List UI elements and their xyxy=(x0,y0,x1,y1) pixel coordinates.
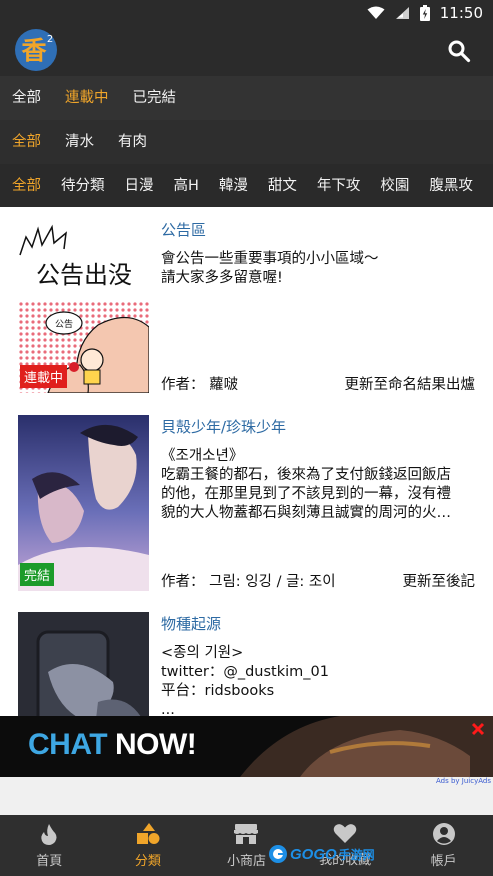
comic-author: 作者： 蘿啵 xyxy=(161,377,239,393)
ad-credit[interactable]: Ads by JuicyAds xyxy=(436,777,491,785)
comic-cover[interactable]: 完結 xyxy=(18,415,149,591)
filter-genre-sweet[interactable]: 甜文 xyxy=(256,164,305,208)
user-icon xyxy=(432,822,455,845)
comic-title[interactable]: 貝殼少年/珍珠少年 xyxy=(161,416,286,437)
watermark-suffix: 手游网 xyxy=(338,847,375,862)
comic-description: 會公告一些重要事項的小小區域～ 請大家多多留意喔! xyxy=(161,250,479,290)
nav-home-label: 首頁 xyxy=(36,853,63,869)
filter-status-completed[interactable]: 已完結 xyxy=(121,76,189,120)
close-icon[interactable] xyxy=(471,722,485,736)
description-line: twitter：@_dustkim_01 xyxy=(161,664,329,680)
logo-text: 香 xyxy=(21,36,46,65)
comic-latest-update: 更新至命名結果出爐 xyxy=(344,377,476,393)
comic-cover[interactable] xyxy=(18,612,149,716)
filter-genre-all[interactable]: 全部 xyxy=(0,164,49,208)
description-line: 的他，在那里見到了不該見到的一幕，沒有禮 xyxy=(161,486,451,502)
shapes-icon xyxy=(136,822,160,844)
filter-rating-clean[interactable]: 清水 xyxy=(53,120,106,164)
site-watermark: GOGO 手游网 xyxy=(268,843,375,865)
description-line: 貌的大人物蓋都石與刻薄且誠實的周河的火… xyxy=(161,505,451,521)
nav-category-label: 分類 xyxy=(134,853,161,869)
nav-home[interactable]: 首頁 xyxy=(0,815,99,876)
filter-genre-scheming-top[interactable]: 腹黑攻 xyxy=(417,164,481,208)
heart-icon xyxy=(333,824,357,843)
ad-headline-now: NOW! xyxy=(114,728,197,761)
genre-filter-row: 全部 待分類 日漫 高H 韓漫 甜文 年下攻 校園 腹黑攻 xyxy=(0,164,493,208)
signal-icon xyxy=(395,7,409,19)
nav-account[interactable]: 帳戶 xyxy=(394,815,493,876)
filter-genre-unsorted[interactable]: 待分類 xyxy=(49,164,113,208)
watermark-brand: GOGO xyxy=(290,845,337,863)
comic-title[interactable]: 公告區 xyxy=(161,219,206,240)
clock: 11:50 xyxy=(439,4,483,22)
rating-filter-row: 全部 清水 有肉 xyxy=(0,120,493,164)
watermark-logo-icon xyxy=(269,845,287,863)
battery-icon xyxy=(419,5,430,21)
filter-genre-campus[interactable]: 校園 xyxy=(368,164,417,208)
thumb-bubble-text: 公告 xyxy=(55,318,73,330)
status-bar: 11:50 xyxy=(0,0,493,26)
filter-rating-all[interactable]: 全部 xyxy=(0,120,53,164)
filter-status-ongoing[interactable]: 連載中 xyxy=(53,76,121,120)
comic-description: 《조개소년》 吃霸王餐的都石，後來為了支付飯錢返回飯店 的他，在那里見到了不該見… xyxy=(161,447,479,525)
description-line: 會公告一些重要事項的小小區域～ xyxy=(161,251,379,267)
filter-rating-explicit[interactable]: 有肉 xyxy=(106,120,159,164)
cover-illustration xyxy=(18,612,149,716)
flame-icon xyxy=(41,823,57,845)
ad-headline-chat: CHAT xyxy=(28,728,108,761)
bottom-navigation: 首頁 分類 小商店 我的收藏 帳戶 xyxy=(0,815,493,876)
wifi-icon xyxy=(367,6,385,19)
logo-superscript: 2 xyxy=(47,34,53,45)
description-line: 請大家多多留意喔! xyxy=(161,270,283,286)
comic-description: <종의 기원> twitter：@_dustkim_01 平台：ridsbook… xyxy=(161,644,479,716)
filter-genre-korean[interactable]: 韓漫 xyxy=(207,164,256,208)
comic-latest-update: 更新至後記 xyxy=(402,574,476,590)
comic-list: 公告出没 公告 連載中 公告區 會公告一些重要事項的小小區域～ 請大家多多留意喔… xyxy=(0,207,493,716)
status-filter-row: 全部 連載中 已完結 xyxy=(0,76,493,120)
search-icon[interactable] xyxy=(447,39,471,63)
description-line: <종의 기원> xyxy=(161,645,244,661)
description-line: ... xyxy=(161,702,175,716)
description-line: 吃霸王餐的都石，後來為了支付飯錢返回飯店 xyxy=(161,467,451,483)
filter-genre-japanese[interactable]: 日漫 xyxy=(113,164,162,208)
description-line: 平台：ridsbooks xyxy=(161,683,275,699)
list-item[interactable]: 完結 貝殼少年/珍珠少年 《조개소년》 吃霸王餐的都石，後來為了支付飯錢返回飯店… xyxy=(0,404,493,601)
ad-banner[interactable]: CHAT NOW! xyxy=(0,716,493,777)
nav-store-label: 小商店 xyxy=(226,853,266,869)
status-badge: 完結 xyxy=(20,563,55,586)
list-item[interactable]: 公告出没 公告 連載中 公告區 會公告一些重要事項的小小區域～ 請大家多多留意喔… xyxy=(0,207,493,404)
ad-headline: CHAT NOW! xyxy=(28,728,197,762)
status-badge: 連載中 xyxy=(20,365,68,388)
nav-account-label: 帳戶 xyxy=(430,853,457,869)
filter-genre-high-h[interactable]: 高H xyxy=(162,164,207,208)
comic-title[interactable]: 物種起源 xyxy=(161,613,221,634)
filter-genre-younger-top[interactable]: 年下攻 xyxy=(305,164,369,208)
store-icon xyxy=(234,823,259,844)
comic-cover[interactable]: 公告出没 公告 連載中 xyxy=(18,217,149,393)
comic-author: 作者： 그림: 잉깅 / 글: 조이 xyxy=(161,574,336,590)
ad-spacer xyxy=(0,777,493,815)
thumb-heading: 公告出没 xyxy=(36,261,132,289)
app-logo[interactable]: 香 2 xyxy=(14,28,60,72)
description-line: 《조개소년》 xyxy=(161,448,244,464)
list-item[interactable]: 物種起源 <종의 기원> twitter：@_dustkim_01 平台：rid… xyxy=(0,601,493,716)
nav-category[interactable]: 分類 xyxy=(99,815,198,876)
app-bar: 香 2 xyxy=(0,26,493,76)
filter-status-all[interactable]: 全部 xyxy=(0,76,53,120)
